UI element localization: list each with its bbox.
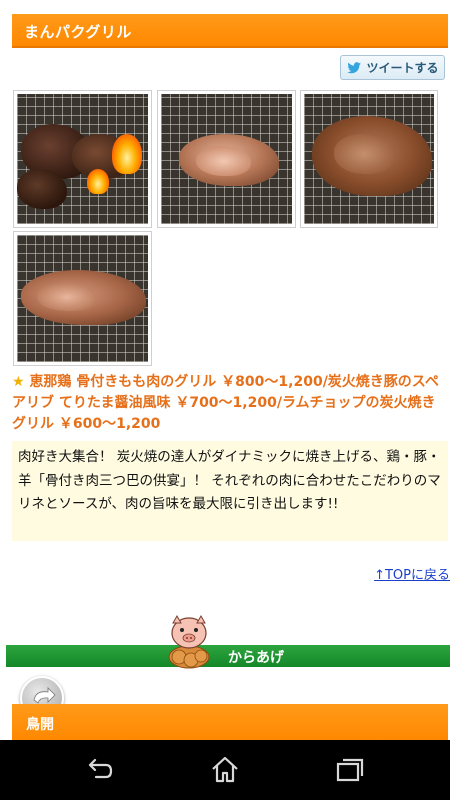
grill-photo-1[interactable] bbox=[13, 90, 152, 228]
next-section-title: 鳥開 bbox=[26, 717, 54, 733]
back-to-top-link[interactable]: ↑TOPに戻る bbox=[374, 564, 450, 583]
grill-photo-4[interactable] bbox=[13, 231, 152, 366]
tweet-label: ツイートする bbox=[366, 61, 439, 75]
grill-photo-image bbox=[17, 235, 148, 362]
grill-photo-image bbox=[304, 94, 434, 224]
tweet-button[interactable]: ツイートする bbox=[340, 55, 445, 80]
karaage-section-title: からあげ bbox=[228, 650, 284, 666]
description-text: 肉好き大集合！ 炭火焼の達人がダイナミックに焼き上げる、鶏・豚・羊「骨付き肉三つ… bbox=[18, 449, 441, 512]
grill-photo-2[interactable] bbox=[157, 90, 296, 228]
grill-photo-image bbox=[161, 94, 292, 224]
system-navigation-bar bbox=[0, 740, 450, 800]
description-box: 肉好き大集合！ 炭火焼の達人がダイナミックに焼き上げる、鶏・豚・羊「骨付き肉三つ… bbox=[12, 441, 448, 541]
section-title: まんパクグリル bbox=[24, 23, 132, 41]
star-icon: ★ bbox=[12, 374, 25, 390]
twitter-bird-icon bbox=[347, 61, 362, 73]
pig-mascot-icon bbox=[168, 614, 210, 669]
menu-items-label: 恵那鶏 骨付きもも肉のグリル ￥800～1,200/炭火焼き豚のスペアリブ てり… bbox=[12, 374, 439, 432]
grill-photo-image bbox=[17, 94, 148, 224]
menu-items-text: ★ 恵那鶏 骨付きもも肉のグリル ￥800～1,200/炭火焼き豚のスペアリブ … bbox=[12, 372, 448, 435]
grill-photo-3[interactable] bbox=[300, 90, 438, 228]
recent-apps-icon[interactable] bbox=[334, 755, 366, 785]
next-section-bar[interactable]: 鳥開 bbox=[12, 704, 448, 740]
karaage-section-bar[interactable]: からあげ bbox=[6, 645, 450, 667]
home-icon[interactable] bbox=[209, 755, 241, 785]
back-icon[interactable] bbox=[84, 755, 116, 785]
section-header-bar: まんパクグリル bbox=[12, 14, 448, 48]
